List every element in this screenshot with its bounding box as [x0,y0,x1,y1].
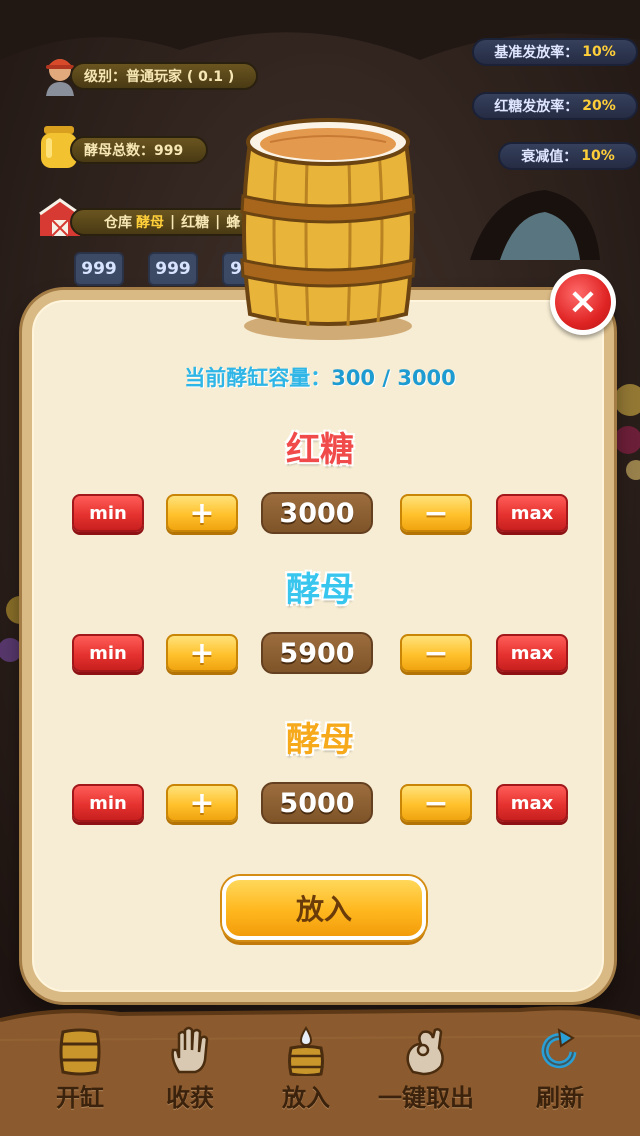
nav-label: 收获 [166,1084,214,1112]
level-pill: 级别：普通玩家 ( 0.1 ) [70,62,258,90]
sugar-min-button[interactable]: min [72,494,144,532]
capacity-value: 300 / 3000 [331,366,456,390]
decay-pill: 衰减值： 10% [498,142,638,170]
warehouse-count-yeast: 999 [74,252,124,286]
yeast-min-button[interactable]: min [72,634,144,672]
close-icon: × [555,274,611,330]
warehouse-separator: | [215,214,221,230]
warehouse-item-yeast[interactable]: 酵母 [136,212,164,232]
capacity-label: 当前酵缸容量： [184,366,332,390]
yeast-total-label: 酵母总数：999 [84,143,184,159]
section-title-sugar: 红糖 [286,430,354,470]
put-in-button[interactable]: 放入 [222,876,426,940]
yeast-plus-button[interactable]: + [166,634,238,672]
base-rate-pill: 基准发放率： 10% [472,38,638,66]
yeast2-value: 5000 [261,782,373,824]
nav-refresh[interactable]: 刷新 [500,1020,620,1120]
yeast2-max-button[interactable]: max [496,784,568,822]
sugar-minus-button[interactable]: − [400,494,472,532]
level-label: 级别：普通玩家 ( 0.1 ) [84,69,235,85]
ok-hand-icon [406,1028,444,1076]
barrel-icon [59,1028,101,1076]
warehouse-item-sugar[interactable]: 红糖 [181,212,209,232]
sugar-rate-value: 20% [582,98,616,114]
yeast-total-pill: 酵母总数：999 [70,136,208,164]
sugar-max-button[interactable]: max [496,494,568,532]
capacity-text: 当前酵缸容量：300 / 3000 [0,362,640,392]
sugar-rate-pill: 红糖发放率： 20% [472,92,638,120]
nav-label: 一键取出 [378,1084,474,1112]
nav-label: 放入 [282,1084,330,1112]
sugar-plus-button[interactable]: + [166,494,238,532]
nav-open-barrel[interactable]: 开缸 [20,1020,140,1120]
barrel-icon [240,118,416,340]
warehouse-count-sugar: 999 [148,252,198,286]
base-rate-label: 基准发放率： [494,45,579,61]
nav-harvest[interactable]: 收获 [130,1020,250,1120]
yeast2-plus-button[interactable]: + [166,784,238,822]
yeast-value: 5900 [261,632,373,674]
sugar-rate-label: 红糖发放率： [494,99,579,115]
nav-put-in[interactable]: 放入 [246,1020,366,1120]
base-rate-value: 10% [582,44,616,60]
yeast-max-button[interactable]: max [496,634,568,672]
drop-barrel-icon [288,1026,324,1076]
yeast2-minus-button[interactable]: − [400,784,472,822]
hand-icon [171,1026,209,1074]
decay-label: 衰减值： [521,149,578,165]
refresh-icon [541,1028,577,1069]
yeast-minus-button[interactable]: − [400,634,472,672]
warehouse-label: 仓库 [104,215,132,231]
nav-label: 刷新 [536,1084,584,1112]
section-title-yeast: 酵母 [286,570,354,610]
nav-label: 开缸 [56,1084,104,1112]
decay-value: 10% [581,148,615,164]
yeast2-min-button[interactable]: min [72,784,144,822]
section-title-yeast-2: 酵母 [286,720,354,760]
close-button[interactable]: × [550,269,616,335]
nav-take-all[interactable]: 一键取出 [366,1020,486,1120]
warehouse-separator: | [170,214,176,230]
sugar-value: 3000 [261,492,373,534]
